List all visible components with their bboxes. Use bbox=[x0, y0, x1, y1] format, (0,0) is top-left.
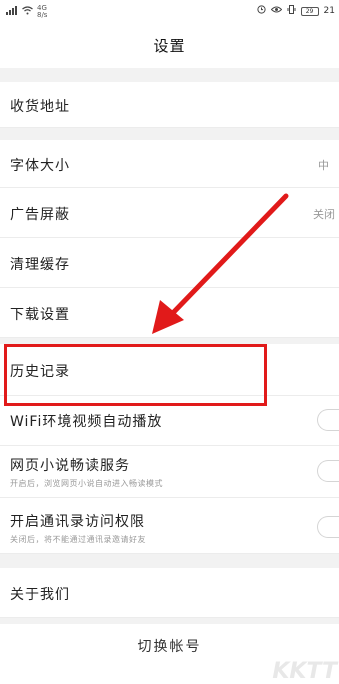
vibrate-icon bbox=[287, 5, 296, 17]
signal-icon bbox=[6, 6, 18, 18]
alarm-icon bbox=[256, 5, 266, 17]
settings-row-contacts-permission[interactable]: 开启通讯录访问权限 关闭后，将不能通过通讯录邀请好友 bbox=[0, 498, 339, 554]
row-label: 网页小说畅读服务 bbox=[10, 458, 130, 474]
row-label: 清理缓存 bbox=[10, 257, 70, 273]
section-divider bbox=[0, 68, 339, 82]
settings-row-clear-cache[interactable]: 清理缓存 bbox=[0, 238, 339, 288]
status-bar: 4G 8/s 29 21 bbox=[0, 0, 339, 24]
row-value: 关闭 bbox=[313, 208, 335, 221]
row-label: 字体大小 bbox=[10, 158, 70, 174]
eye-icon bbox=[270, 5, 282, 17]
row-description: 开启后，浏览网页小说自动进入畅读模式 bbox=[10, 479, 163, 488]
network-speed: 4G 8/s bbox=[37, 5, 47, 19]
row-label: WiFi环境视频自动播放 bbox=[10, 414, 163, 430]
row-label: 广告屏蔽 bbox=[10, 207, 70, 223]
switch-account-label: 切换帐号 bbox=[137, 639, 202, 655]
settings-row-about[interactable]: 关于我们 bbox=[0, 568, 339, 618]
wifi-autoplay-toggle[interactable] bbox=[317, 409, 339, 431]
settings-row-ad-block[interactable]: 广告屏蔽 关闭 bbox=[0, 188, 339, 238]
row-label: 开启通讯录访问权限 bbox=[10, 514, 145, 530]
speed-value: 8/s bbox=[37, 11, 48, 19]
row-label: 关于我们 bbox=[10, 587, 70, 603]
novel-reading-toggle[interactable] bbox=[317, 460, 339, 482]
settings-row-download[interactable]: 下载设置 bbox=[0, 288, 339, 338]
contacts-permission-toggle[interactable] bbox=[317, 516, 339, 538]
settings-row-font-size[interactable]: 字体大小 中 bbox=[0, 140, 339, 188]
page-header: 设置 bbox=[0, 28, 339, 64]
section-divider bbox=[0, 128, 339, 140]
battery-icon: 29 bbox=[300, 6, 319, 16]
row-label: 下载设置 bbox=[10, 307, 70, 323]
settings-row-novel-reading[interactable]: 网页小说畅读服务 开启后，浏览网页小说自动进入畅读模式 bbox=[0, 446, 339, 498]
row-value: 中 bbox=[318, 159, 329, 172]
clock-time: 21 bbox=[323, 6, 335, 16]
settings-row-shipping-address[interactable]: 收货地址 bbox=[0, 82, 339, 128]
page-title: 设置 bbox=[153, 37, 186, 55]
wifi-icon bbox=[22, 6, 33, 18]
row-description: 关闭后，将不能通过通讯录邀请好友 bbox=[10, 535, 146, 544]
row-label: 收货地址 bbox=[10, 99, 70, 115]
watermark-logo: KKTT bbox=[272, 659, 337, 684]
section-divider bbox=[0, 554, 339, 568]
highlight-box bbox=[4, 344, 267, 406]
